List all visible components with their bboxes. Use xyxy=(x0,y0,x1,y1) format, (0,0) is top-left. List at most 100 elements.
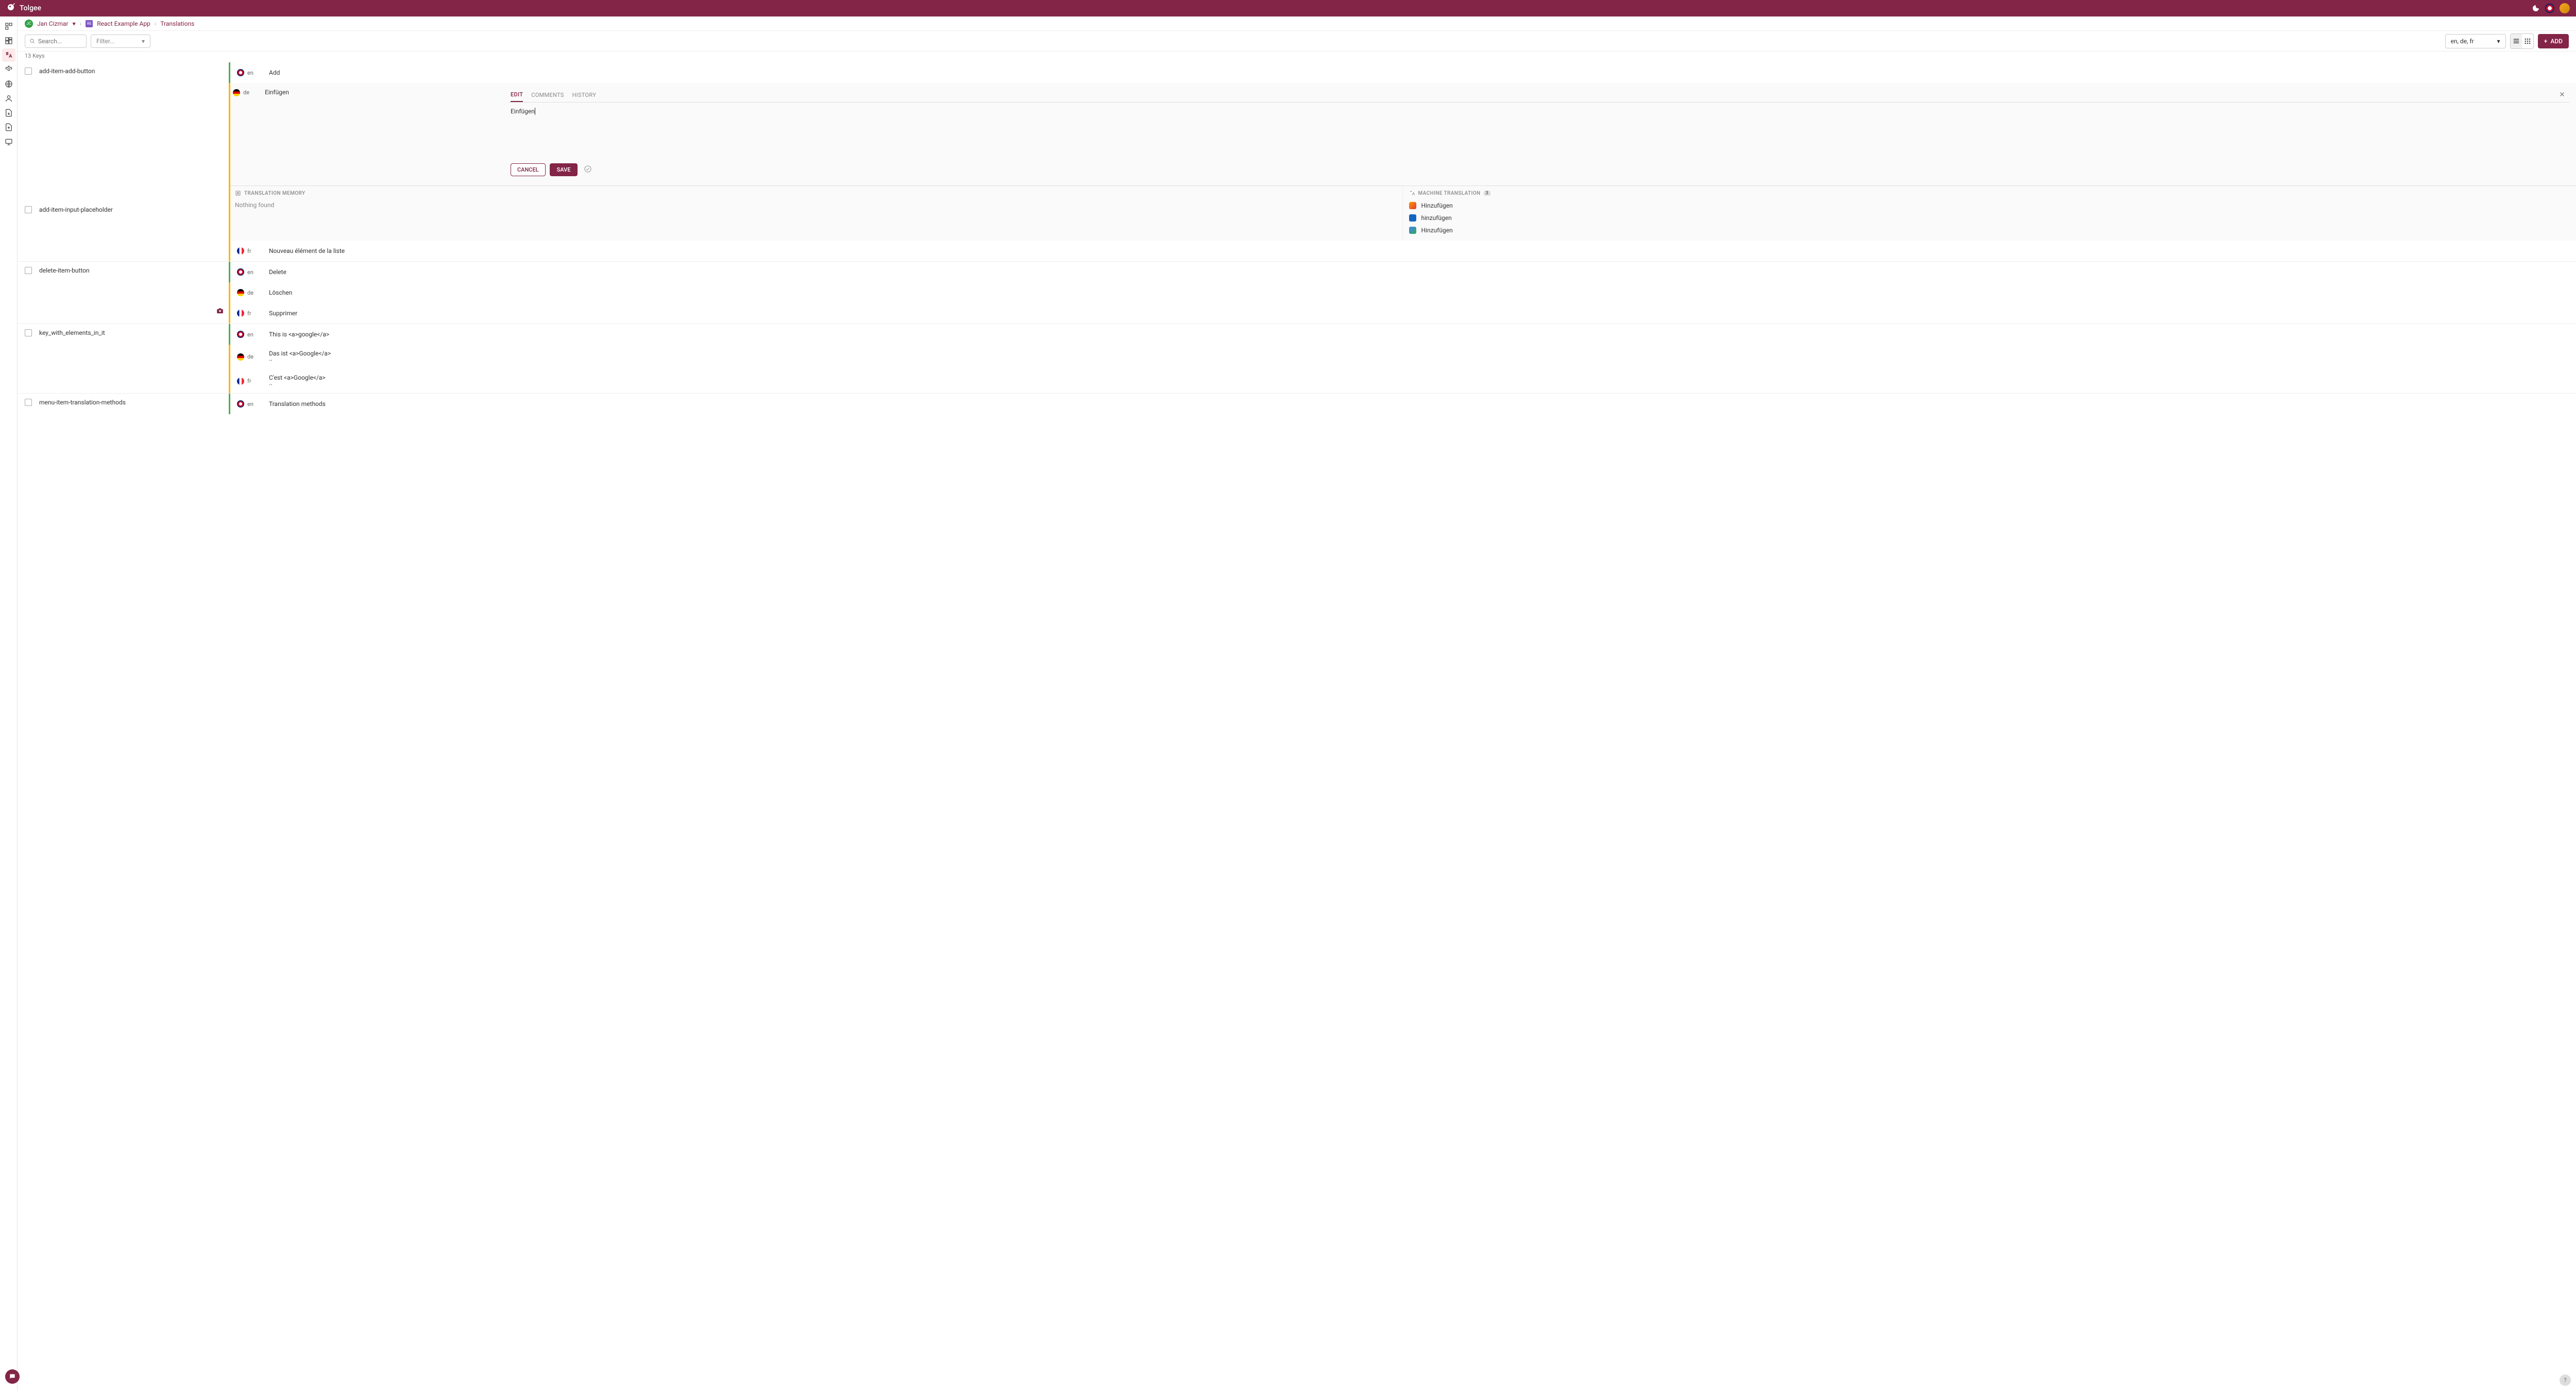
translation-row[interactable]: de Löschen xyxy=(229,282,2576,303)
filter-dropdown[interactable]: Filter... ▾ xyxy=(91,35,150,48)
memory-icon xyxy=(235,190,241,196)
translation-row[interactable]: fr C'est <a>Google</a> •• xyxy=(229,369,2576,393)
sidebar-dashboard-icon[interactable] xyxy=(2,34,15,47)
tab-comments[interactable]: COMMENTS xyxy=(531,89,564,101)
sidebar-export-icon[interactable] xyxy=(2,121,15,134)
mt-count: 3 xyxy=(1484,191,1491,196)
topbar: Tolgee xyxy=(0,0,2576,16)
translation-row[interactable]: en Translation methods xyxy=(229,394,2576,414)
sidebar-translations-icon[interactable] xyxy=(2,48,15,62)
camera-icon[interactable] xyxy=(216,307,224,316)
sidebar-integrations-icon[interactable] xyxy=(2,135,15,148)
translation-text: Translation methods xyxy=(269,400,326,408)
lang-code: fr xyxy=(247,248,262,255)
checkbox[interactable] xyxy=(25,206,32,213)
translation-editor[interactable]: Einfügen xyxy=(509,103,2570,163)
status-indicator xyxy=(229,394,230,414)
key-group: delete-item-button en Delete xyxy=(18,262,2576,324)
avatar[interactable] xyxy=(2560,3,2570,13)
key-name: add-item-input-placeholder xyxy=(39,206,113,213)
key-cell[interactable]: add-item-input-placeholder xyxy=(18,201,229,218)
translation-row[interactable]: de Das ist <a>Google</a> •• xyxy=(229,345,2576,369)
key-group: menu-item-translation-methods en Transla… xyxy=(18,394,2576,414)
mt-suggestion[interactable]: Hinzufügen xyxy=(1409,224,2570,236)
cancel-button[interactable]: CANCEL xyxy=(511,163,546,176)
user-badge: JC xyxy=(25,20,33,28)
translation-text: Add xyxy=(269,69,280,76)
keys-count: 13 Keys xyxy=(18,52,2576,62)
close-icon[interactable] xyxy=(2556,89,2568,102)
checkbox[interactable] xyxy=(25,329,32,336)
view-toggle xyxy=(2510,33,2534,49)
toolbar: Filter... ▾ en, de, fr ▾ + ADD xyxy=(18,31,2576,52)
flag-en-icon xyxy=(237,69,244,76)
translation-row[interactable]: en Delete xyxy=(229,262,2576,282)
list-view-button[interactable] xyxy=(2511,34,2522,48)
translations-content: add-item-add-button en Add xyxy=(18,62,2576,1391)
status-indicator xyxy=(229,345,230,369)
lang-code: en xyxy=(247,401,262,408)
add-button-label: ADD xyxy=(2550,38,2563,45)
breadcrumb-page: Translations xyxy=(160,20,194,27)
chevron-down-icon[interactable]: ▾ xyxy=(73,20,76,27)
help-fab[interactable]: ? xyxy=(2560,1375,2571,1386)
language-icon[interactable] xyxy=(2545,4,2554,13)
status-indicator xyxy=(229,62,230,83)
flag-en-icon xyxy=(237,331,244,338)
chat-fab[interactable] xyxy=(5,1369,20,1384)
sidebar-settings-icon[interactable] xyxy=(2,63,15,76)
editor-value: Einfügen xyxy=(511,108,535,115)
translation-row[interactable]: en Add xyxy=(229,62,2576,83)
flag-de-icon xyxy=(237,353,244,361)
status-indicator xyxy=(229,262,230,282)
key-name: delete-item-button xyxy=(39,267,90,274)
breadcrumb: JC Jan Cizmar ▾ › RE React Example App ›… xyxy=(18,16,2576,31)
key-group: key_with_elements_in_it en This is <a>go… xyxy=(18,324,2576,394)
mt-text: Hinzufügen xyxy=(1421,227,1453,234)
search-field[interactable] xyxy=(38,38,82,45)
key-name: add-item-add-button xyxy=(39,67,95,75)
status-indicator xyxy=(229,303,230,324)
add-button[interactable]: + ADD xyxy=(2538,34,2569,48)
breadcrumb-user[interactable]: Jan Cizmar xyxy=(37,20,69,27)
resolve-icon[interactable] xyxy=(584,165,592,175)
lang-code: en xyxy=(247,331,262,338)
checkbox[interactable] xyxy=(25,267,32,274)
save-button[interactable]: SAVE xyxy=(550,163,578,176)
breadcrumb-app[interactable]: React Example App xyxy=(97,20,150,27)
breadcrumb-separator: › xyxy=(155,20,157,27)
translation-row[interactable]: en This is <a>google</a> xyxy=(229,324,2576,345)
sidebar-projects-icon[interactable] xyxy=(2,20,15,33)
translation-row[interactable]: fr Nouveau élément de la liste xyxy=(229,241,2576,261)
filter-label: Filter... xyxy=(96,38,115,45)
key-cell[interactable]: key_with_elements_in_it xyxy=(18,324,229,342)
lang-code: fr xyxy=(247,310,262,317)
mt-icon xyxy=(1409,190,1415,196)
app-badge: RE xyxy=(86,20,93,27)
google-mt-icon xyxy=(1409,227,1416,234)
tab-edit[interactable]: EDIT xyxy=(511,88,523,102)
theme-toggle-icon[interactable] xyxy=(2532,4,2540,12)
key-cell[interactable]: delete-item-button xyxy=(18,262,229,279)
key-cell[interactable]: menu-item-translation-methods xyxy=(18,394,229,411)
lang-code: fr xyxy=(247,378,262,384)
logo-icon[interactable] xyxy=(6,3,15,14)
flag-de-icon xyxy=(237,289,244,296)
key-name: menu-item-translation-methods xyxy=(39,399,126,406)
checkbox[interactable] xyxy=(25,399,32,406)
grid-view-button[interactable] xyxy=(2522,34,2533,48)
tab-history[interactable]: HISTORY xyxy=(572,89,597,101)
checkbox[interactable] xyxy=(25,67,32,75)
sidebar-members-icon[interactable] xyxy=(2,92,15,105)
translation-text: Delete xyxy=(269,268,286,276)
translation-row[interactable]: fr Supprimer xyxy=(229,303,2576,324)
search-icon xyxy=(29,38,35,44)
sidebar-import-icon[interactable] xyxy=(2,106,15,120)
language-select[interactable]: en, de, fr ▾ xyxy=(2445,34,2506,48)
lang-code: de xyxy=(243,89,258,96)
flag-de-icon xyxy=(233,89,240,96)
search-input[interactable] xyxy=(25,35,87,48)
key-group: add-item-input-placeholder xyxy=(18,201,2576,218)
key-cell[interactable]: add-item-add-button xyxy=(18,62,229,80)
sidebar-languages-icon[interactable] xyxy=(2,77,15,91)
